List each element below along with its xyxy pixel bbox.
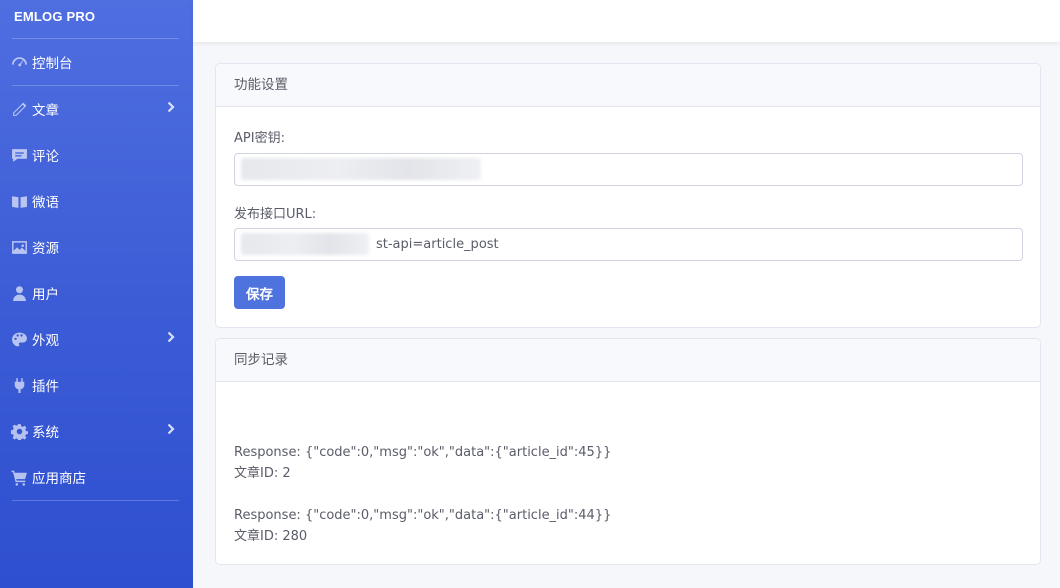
sync-records-title: 同步记录 bbox=[216, 339, 1040, 382]
sync-records-card: 同步记录 Response: {"code":0,"msg":"ok","dat… bbox=[215, 338, 1041, 565]
sidebar-item-label: 系统 bbox=[32, 425, 59, 441]
sync-record-response: Response: {"code":0,"msg":"ok","data":{"… bbox=[234, 508, 612, 523]
sidebar-divider bbox=[12, 500, 179, 501]
user-icon bbox=[10, 284, 28, 302]
api-key-input[interactable] bbox=[234, 153, 1023, 186]
sidebar-item-label: 用户 bbox=[32, 287, 59, 303]
plug-icon bbox=[10, 376, 28, 394]
chevron-right-icon[interactable] bbox=[167, 101, 177, 115]
pencil-icon bbox=[10, 100, 28, 118]
sidebar-item-resources[interactable]: 资源 bbox=[0, 224, 193, 270]
redacted-mask bbox=[241, 233, 369, 255]
sync-record-article-id: 文章ID: 2 bbox=[234, 466, 291, 481]
comment-icon bbox=[10, 146, 28, 164]
top-bar bbox=[193, 0, 1060, 42]
chevron-right-icon[interactable] bbox=[167, 423, 177, 437]
sidebar-item-users[interactable]: 用户 bbox=[0, 270, 193, 316]
sidebar: EMLOG PRO 控制台 文章 评论 微语 资源 用户 外观 插件 系统 应用… bbox=[0, 0, 193, 588]
save-button[interactable]: 保存 bbox=[234, 276, 285, 309]
chevron-right-icon[interactable] bbox=[167, 331, 177, 345]
sidebar-item-label: 资源 bbox=[32, 241, 59, 257]
sync-record-response: Response: {"code":0,"msg":"ok","data":{"… bbox=[234, 445, 612, 460]
api-key-label: API密钥: bbox=[234, 131, 285, 146]
publish-url-value: st-api=article_post bbox=[376, 237, 499, 252]
sidebar-item-label: 控制台 bbox=[32, 56, 73, 72]
sidebar-item-comments[interactable]: 评论 bbox=[0, 132, 193, 178]
sidebar-item-label: 插件 bbox=[32, 379, 59, 395]
sidebar-item-appearance[interactable]: 外观 bbox=[0, 316, 193, 362]
sidebar-item-dashboard[interactable]: 控制台 bbox=[0, 39, 193, 85]
gear-icon bbox=[10, 422, 28, 440]
publish-url-input[interactable]: st-api=article_post bbox=[234, 228, 1023, 261]
dashboard-icon bbox=[10, 53, 28, 71]
settings-card-title: 功能设置 bbox=[216, 64, 1040, 107]
sidebar-item-label: 外观 bbox=[32, 333, 59, 349]
sidebar-item-articles[interactable]: 文章 bbox=[0, 86, 193, 132]
sidebar-item-label: 评论 bbox=[32, 149, 59, 165]
sidebar-item-plugins[interactable]: 插件 bbox=[0, 362, 193, 408]
sidebar-item-system[interactable]: 系统 bbox=[0, 408, 193, 454]
sidebar-item-label: 微语 bbox=[32, 195, 59, 211]
settings-card: 功能设置 API密钥: 发布接口URL: st-api=article_post… bbox=[215, 63, 1041, 328]
sync-record-article-id: 文章ID: 280 bbox=[234, 529, 308, 544]
cart-icon bbox=[10, 468, 28, 486]
redacted-mask bbox=[241, 158, 481, 180]
sidebar-item-notes[interactable]: 微语 bbox=[0, 178, 193, 224]
brand-logo[interactable]: EMLOG PRO bbox=[0, 0, 193, 38]
sidebar-item-label: 文章 bbox=[32, 103, 59, 119]
publish-url-label: 发布接口URL: bbox=[234, 207, 317, 222]
image-icon bbox=[10, 238, 28, 256]
sidebar-item-label: 应用商店 bbox=[32, 471, 86, 487]
sidebar-item-app-store[interactable]: 应用商店 bbox=[0, 454, 193, 500]
palette-icon bbox=[10, 330, 28, 348]
note-icon bbox=[10, 192, 28, 210]
